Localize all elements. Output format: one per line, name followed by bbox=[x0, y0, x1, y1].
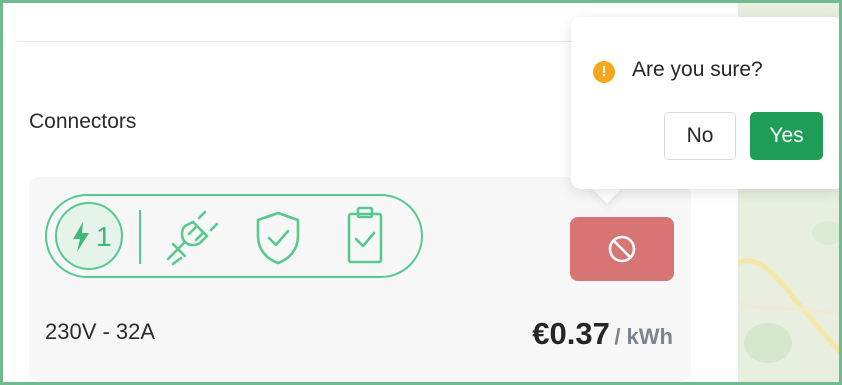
clipboard-check-icon bbox=[347, 206, 383, 264]
connector-status-pill: 1 bbox=[45, 194, 423, 278]
connectors-heading: Connectors bbox=[29, 110, 137, 133]
price-value: €0.37 bbox=[532, 316, 610, 351]
connector-power-badge: 1 bbox=[55, 202, 123, 270]
connector-number: 1 bbox=[96, 221, 112, 252]
connector-price: €0.37 / kWh bbox=[532, 314, 673, 360]
pill-divider bbox=[139, 210, 141, 264]
lightning-icon bbox=[73, 222, 89, 252]
connector-card[interactable]: 1 230V - 32A €0.37 / kWh bbox=[29, 177, 691, 381]
no-button[interactable]: No bbox=[664, 112, 736, 160]
popconfirm: ! Are you sure? No Yes bbox=[571, 17, 839, 189]
disable-connector-button[interactable] bbox=[570, 217, 674, 281]
plug-icon bbox=[166, 210, 219, 266]
ban-icon bbox=[608, 235, 636, 263]
popconfirm-title: Are you sure? bbox=[632, 58, 763, 81]
shield-check-icon bbox=[256, 211, 300, 265]
price-unit: / kWh bbox=[614, 324, 673, 349]
connector-voltage: 230V - 32A bbox=[45, 319, 156, 344]
yes-button[interactable]: Yes bbox=[750, 112, 823, 160]
app-frame: Connectors 1 230V - 32A €0.37 / kWh ! Ar… bbox=[0, 0, 842, 385]
exclamation-circle-icon: ! bbox=[593, 61, 615, 83]
